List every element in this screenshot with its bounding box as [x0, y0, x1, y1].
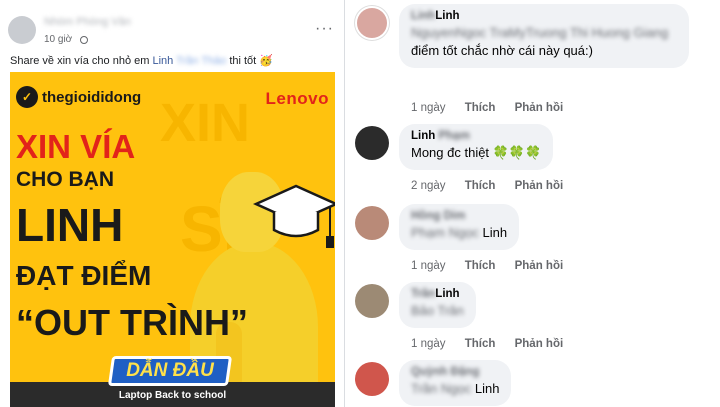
- comment-meta: 2 ngày Thích Phản hồi: [411, 180, 579, 192]
- comments-panel: LinhLinh NguyenNgoc TraMyTruong Thi Huon…: [345, 0, 720, 407]
- commenter-name[interactable]: Hồng Dim: [411, 210, 507, 222]
- like-button[interactable]: Thích: [465, 260, 496, 272]
- comment-meta: 1 ngày Thích Phản hồi: [411, 260, 579, 272]
- commenter-avatar[interactable]: [355, 126, 389, 160]
- mention-link[interactable]: Linh: [152, 55, 173, 67]
- headline-line-2: CHO BẠN: [16, 168, 114, 191]
- headline-line-1: XIN VÍA: [16, 128, 136, 165]
- comment-message: Mong đc thiệt 🍀🍀🍀: [411, 145, 542, 160]
- comment-text: Trần Ngọc Linh: [411, 380, 499, 398]
- comment-bubble: LinhLinh NguyenNgoc TraMyTruong Thi Huon…: [399, 4, 689, 68]
- comment-mention-hidden[interactable]: Phạm Ngọc: [411, 225, 479, 240]
- comment-message: điểm tốt chắc nhờ cái này quá:): [411, 43, 593, 58]
- commenter-name-hidden: Trần: [411, 288, 436, 300]
- author-name[interactable]: Nhóm Phòng Vân: [44, 16, 131, 28]
- more-options-icon[interactable]: ···: [315, 21, 334, 37]
- comment-bubble: Hồng Dim Phạm Ngọc Linh: [399, 204, 520, 250]
- comment-meta: 1 ngày Thích Phản hồi: [411, 338, 579, 350]
- commenter-name-hidden: Phạm: [438, 130, 470, 142]
- commenter-name-hidden: Quỳnh Đặng: [411, 366, 480, 378]
- mention-hidden-name[interactable]: Trần Thảo: [176, 55, 226, 67]
- comment-mention[interactable]: Linh: [475, 381, 500, 396]
- commenter-avatar[interactable]: [355, 284, 389, 318]
- brand-name: thegioididong: [42, 88, 142, 106]
- commenter-name-hidden: Hồng Dim: [411, 210, 466, 222]
- comment-time[interactable]: 1 ngày: [411, 338, 446, 350]
- author-avatar[interactable]: [8, 16, 36, 44]
- headline-line-5: “OUT TRÌNH”: [16, 302, 248, 343]
- commenter-name[interactable]: Quỳnh Đặng: [411, 366, 499, 378]
- commenter-name-visible: Linh: [435, 10, 460, 22]
- reply-button[interactable]: Phản hồi: [515, 180, 564, 192]
- comment-time[interactable]: 1 ngày: [411, 260, 446, 272]
- comment-time[interactable]: 2 ngày: [411, 180, 446, 192]
- comment-text: Phạm Ngọc Linh: [411, 224, 507, 242]
- like-button[interactable]: Thích: [465, 338, 496, 350]
- comment-mention[interactable]: Linh: [483, 225, 508, 240]
- thegioididong-logo: ✓ thegioididong: [16, 86, 141, 108]
- globe-icon: [80, 36, 88, 44]
- banner-tagline: Laptop Back to school: [118, 390, 227, 401]
- like-button[interactable]: Thích: [465, 102, 496, 114]
- comment-mention-hidden[interactable]: Trần Ngọc: [411, 381, 471, 396]
- like-button[interactable]: Thích: [465, 180, 496, 192]
- post-image-banner[interactable]: XIN SĨ ✓ thegioididong Lenovo XIN VÍA CH…: [10, 72, 335, 407]
- comment-time[interactable]: 1 ngày: [411, 102, 446, 114]
- commenter-avatar[interactable]: [355, 206, 389, 240]
- lenovo-logo: Lenovo: [265, 89, 329, 108]
- comment-bubble: Quỳnh Đặng Trần Ngọc Linh: [399, 360, 512, 406]
- commenter-name-visible: Linh: [411, 130, 436, 142]
- commenter-name[interactable]: Linh Phạm: [411, 130, 541, 142]
- dan-dau-badge: DẪN ĐẦU: [107, 356, 233, 392]
- graduation-cap-icon: [252, 184, 335, 248]
- post-header: Nhóm Phòng Vân 10 giờ ···: [8, 12, 338, 52]
- commenter-name[interactable]: TrầnLinh: [411, 288, 464, 300]
- commenter-avatar[interactable]: [355, 362, 389, 396]
- reply-button[interactable]: Phản hồi: [515, 260, 564, 272]
- post-caption: Share về xin vía cho nhỏ em Linh Trần Th…: [10, 54, 273, 67]
- reply-button[interactable]: Phản hồi: [515, 102, 564, 114]
- commenter-name-hidden: Linh: [411, 10, 436, 22]
- comment-mention-hidden[interactable]: Bảo Trân: [411, 303, 464, 318]
- comment-text: NguyenNgoc TraMyTruong Thi Huong Giang đ…: [411, 24, 677, 60]
- caption-suffix: thi tốt 🥳: [226, 55, 273, 67]
- headline-line-3: LINH: [16, 199, 124, 251]
- commenter-avatar[interactable]: [355, 6, 389, 40]
- comment-bubble: TrầnLinh Bảo Trân: [399, 282, 476, 328]
- comment-text: Bảo Trân: [411, 302, 464, 320]
- commenter-name-visible: Linh: [435, 288, 460, 300]
- comment-meta: 1 ngày Thích Phản hồi: [411, 102, 579, 114]
- commenter-name[interactable]: LinhLinh: [411, 10, 677, 22]
- headline-line-4: ĐẠT ĐIỂM: [16, 260, 152, 291]
- facebook-post: Nhóm Phòng Vân 10 giờ ··· Share về xin v…: [0, 0, 345, 407]
- post-timestamp[interactable]: 10 giờ: [44, 34, 72, 45]
- badge-text: DẪN ĐẦU: [126, 360, 214, 381]
- reply-button[interactable]: Phản hồi: [515, 338, 564, 350]
- caption-prefix: Share về xin vía cho nhỏ em: [10, 55, 153, 67]
- comment-bubble: Linh Phạm Mong đc thiệt 🍀🍀🍀: [399, 124, 554, 170]
- tgdd-mark-icon: ✓: [16, 86, 38, 108]
- comment-mentions-hidden[interactable]: NguyenNgoc TraMyTruong Thi Huong Giang: [411, 25, 668, 40]
- bg-decor-text: XIN: [160, 93, 251, 153]
